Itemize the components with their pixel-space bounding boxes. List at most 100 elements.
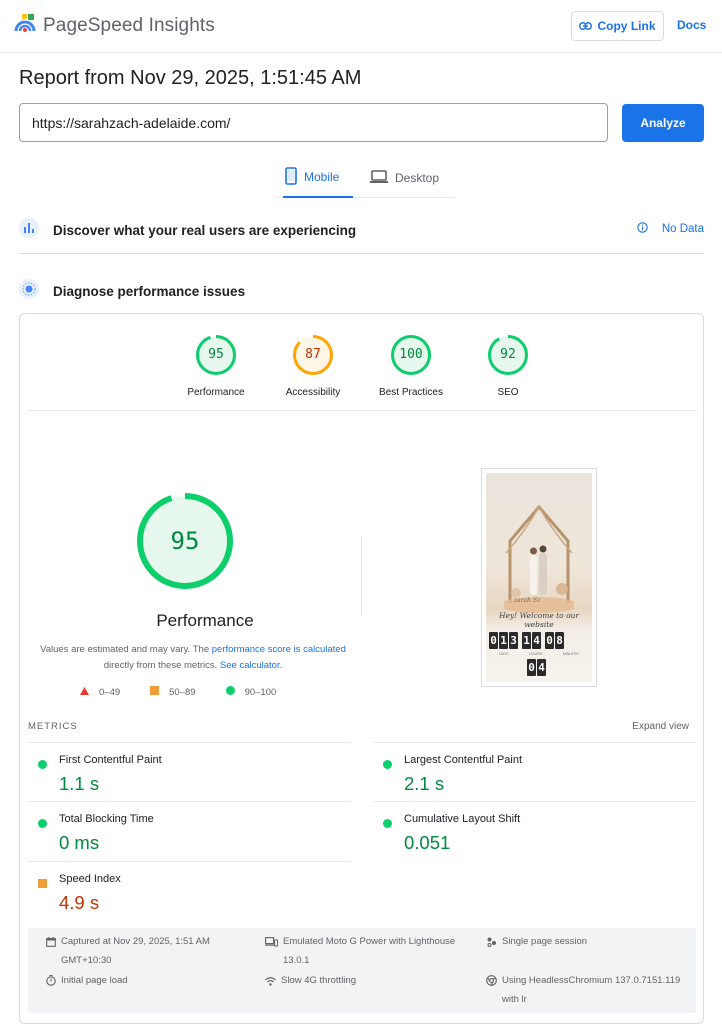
metric-value: 2.1 s <box>404 773 445 794</box>
device-text: Emulated Moto G Power with Lighthouse <box>283 936 456 947</box>
meta-session: Single page session <box>486 932 587 954</box>
average-square-icon <box>38 875 47 893</box>
countdown-captions: DAYS HOURS MINUTES <box>499 652 579 656</box>
no-data-label: No Data <box>661 223 704 235</box>
meta-throttling: Slow 4G throttling <box>265 971 356 993</box>
captured-text: Captured at Nov 29, 2025, 1:51 AM <box>61 936 210 947</box>
page-load-text: Initial page load <box>61 975 128 986</box>
meta-page-load: Initial page load <box>46 971 128 993</box>
expand-view-button[interactable]: Expand view <box>632 721 689 732</box>
metric-value: 4.9 s <box>59 892 100 913</box>
copy-link-button[interactable]: Copy Link <box>571 11 664 41</box>
analyze-button[interactable]: Analyze <box>622 104 704 142</box>
throttling-text: Slow 4G throttling <box>281 975 356 986</box>
category-gauges: 95 Performance 87 Accessibility 100 Best… <box>20 330 705 420</box>
diagnose-section: Diagnose performance issues <box>19 278 704 304</box>
triangle-icon <box>80 686 89 698</box>
discover-section[interactable]: Discover what your real users are experi… <box>19 217 704 243</box>
wifi-icon <box>265 974 276 993</box>
metric-name: Speed Index <box>59 873 121 885</box>
gauge-score: 100 <box>399 347 423 362</box>
gauge-label: SEO <box>497 387 519 398</box>
metric-name: Total Blocking Time <box>59 813 154 825</box>
docs-link[interactable]: Docs <box>677 18 706 32</box>
performance-title: Performance <box>156 611 254 630</box>
vertical-divider <box>361 536 362 616</box>
screenshot-image: zarah Sz Hey! Welcome to our website 013… <box>486 473 592 682</box>
brand[interactable]: PageSpeed Insights <box>14 12 215 39</box>
metric-name: Cumulative Layout Shift <box>404 813 521 825</box>
metric-value: 0.051 <box>404 832 451 853</box>
copy-link-label: Copy Link <box>597 19 656 33</box>
link-icon <box>579 19 593 33</box>
gauge-seo[interactable]: 92 SEO <box>463 330 553 398</box>
report-title: Report from Nov 29, 2025, 1:51:45 AM <box>19 67 362 89</box>
square-icon <box>150 686 160 698</box>
calendar-icon <box>46 935 56 970</box>
metrics-label: METRICS <box>28 721 78 732</box>
discover-title: Discover what your real users are experi… <box>53 222 357 238</box>
gauge-label: Best Practices <box>379 387 443 398</box>
captured-timezone: GMT+10:30 <box>61 955 112 966</box>
gauge-ring: 100 <box>390 334 432 376</box>
circle-icon <box>225 686 235 698</box>
section-divider <box>19 253 704 254</box>
mobile-icon <box>285 166 297 188</box>
countdown-minutes: 08 <box>545 632 564 649</box>
pass-circle-icon <box>383 815 392 833</box>
screenshot-brand-tag: zarah Sz <box>514 597 541 604</box>
no-data-indicator[interactable]: No Data <box>637 222 704 236</box>
field-data-icon <box>19 217 39 243</box>
note-text: directly from these metrics. <box>103 660 218 671</box>
metric-value: 1.1 s <box>59 773 100 794</box>
report-card: 95 Performance 87 Accessibility 100 Best… <box>19 313 704 1024</box>
screenshot-welcome: Hey! Welcome to our website <box>498 611 580 629</box>
meta-captured: Captured at Nov 29, 2025, 1:51 AM GMT+10:… <box>46 932 210 970</box>
gauge-best-practices[interactable]: 100 Best Practices <box>366 330 456 398</box>
gauge-ring: 95 <box>195 334 237 376</box>
see-calculator-link[interactable]: See calculator. <box>220 660 282 671</box>
url-input[interactable] <box>19 103 608 142</box>
legend-fail: 0–49 <box>80 686 120 698</box>
info-icon <box>637 222 648 236</box>
gauge-performance[interactable]: 95 Performance <box>171 330 261 398</box>
chrome-icon <box>486 974 497 1009</box>
performance-note: Values are estimated and may vary. The p… <box>28 642 358 674</box>
tab-mobile-label: Mobile <box>304 170 340 184</box>
final-screenshot[interactable]: zarah Sz Hey! Welcome to our website 013… <box>481 468 597 687</box>
score-calculated-link[interactable]: performance score is calculated <box>212 644 346 655</box>
tab-mobile[interactable]: Mobile <box>283 158 353 198</box>
gauge-score: 95 <box>208 347 224 362</box>
metric-name: First Contentful Paint <box>59 754 162 766</box>
devices-icon <box>265 935 279 970</box>
brand-name: PageSpeed Insights <box>43 14 215 36</box>
gauge-accessibility[interactable]: 87 Accessibility <box>268 330 358 398</box>
timer-icon <box>46 974 56 993</box>
gauge-score: 92 <box>500 347 516 362</box>
score-legend: 0–49 50–89 90–100 <box>80 686 306 698</box>
arch-illustration <box>504 504 574 613</box>
people-icon <box>486 935 497 954</box>
gauge-label: Performance <box>187 387 245 398</box>
tab-desktop[interactable]: Desktop <box>370 158 439 198</box>
browser-text: Using HeadlessChromium 137.0.7151.119 <box>502 975 681 986</box>
meta-device: Emulated Moto G Power with Lighthouse 13.… <box>265 932 455 970</box>
gauge-ring: 92 <box>487 334 529 376</box>
gauge-ring: 87 <box>292 334 334 376</box>
countdown: 013 14 08 <box>489 632 564 649</box>
legend-pass: 90–100 <box>225 686 277 698</box>
legend-range: 50–89 <box>169 686 196 698</box>
metric-value: 0 ms <box>59 832 100 853</box>
lab-data-icon <box>19 278 39 304</box>
note-text: Values are estimated and may vary. The <box>40 644 210 655</box>
countdown-days: 013 <box>489 632 518 649</box>
device-tabs: Mobile Desktop <box>275 158 455 198</box>
browser-text-2: with lr <box>502 994 527 1005</box>
tab-desktop-label: Desktop <box>395 171 440 185</box>
device-version: 13.0.1 <box>283 955 310 966</box>
legend-average: 50–89 <box>150 686 196 698</box>
legend-range: 90–100 <box>244 686 277 698</box>
performance-score: 95 <box>170 527 200 555</box>
session-text: Single page session <box>502 936 588 947</box>
pagespeed-logo-icon <box>14 12 36 39</box>
